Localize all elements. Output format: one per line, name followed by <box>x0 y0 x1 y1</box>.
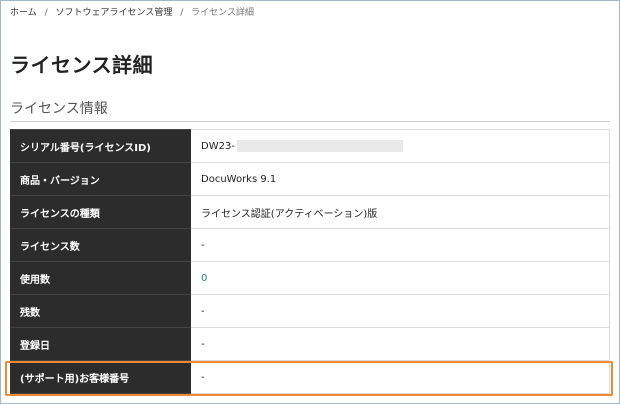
breadcrumb-separator: / <box>44 8 48 18</box>
serial-number-label: シリアル番号(ライセンスID) <box>10 129 191 163</box>
product-version-value: DocuWorks 9.1 <box>191 162 610 196</box>
page-title: ライセンス詳細 <box>10 53 154 77</box>
page-frame: ホーム / ソフトウェアライセンス管理 / ライセンス詳細 ライセンス詳細 ライ… <box>0 0 620 404</box>
row-license-count: ライセンス数 - <box>10 228 610 262</box>
customer-number-label: (サポート用)お客様番号 <box>10 360 191 394</box>
license-type-value: ライセンス認証(アクティベーション)版 <box>191 195 610 229</box>
section-title: ライセンス情報 <box>10 99 610 122</box>
remaining-label: 残数 <box>10 294 191 328</box>
remaining-value: - <box>191 294 610 328</box>
row-product-version: 商品・バージョン DocuWorks 9.1 <box>10 162 610 196</box>
license-count-label: ライセンス数 <box>10 228 191 262</box>
license-count-value: - <box>191 228 610 262</box>
registration-date-value: - <box>191 327 610 361</box>
row-customer-number: (サポート用)お客様番号 - <box>10 360 610 394</box>
breadcrumb-home-link[interactable]: ホーム <box>10 8 37 18</box>
serial-number-cell: DW23- <box>191 129 610 163</box>
row-serial-number: シリアル番号(ライセンスID) DW23- <box>10 129 610 163</box>
breadcrumb: ホーム / ソフトウェアライセンス管理 / ライセンス詳細 <box>10 7 254 19</box>
breadcrumb-current: ライセンス詳細 <box>191 8 254 18</box>
used-count-value: 0 <box>191 261 610 295</box>
row-license-type: ライセンスの種類 ライセンス認証(アクティベーション)版 <box>10 195 610 229</box>
product-version-label: 商品・バージョン <box>10 162 191 196</box>
license-info-table: シリアル番号(ライセンスID) DW23- 商品・バージョン DocuWorks… <box>10 129 610 394</box>
breadcrumb-separator: / <box>180 8 184 18</box>
customer-number-value: - <box>191 360 610 394</box>
serial-number-value: DW23- <box>201 141 235 152</box>
row-registration-date: 登録日 - <box>10 327 610 361</box>
license-type-label: ライセンスの種類 <box>10 195 191 229</box>
masked-serial-redaction <box>236 140 403 152</box>
breadcrumb-software-license-link[interactable]: ソフトウェアライセンス管理 <box>56 8 173 18</box>
row-remaining: 残数 - <box>10 294 610 328</box>
used-count-label: 使用数 <box>10 261 191 295</box>
row-used-count: 使用数 0 <box>10 261 610 295</box>
registration-date-label: 登録日 <box>10 327 191 361</box>
